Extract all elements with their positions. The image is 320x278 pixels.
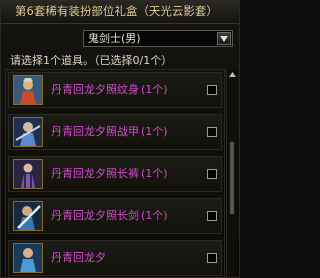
list-item[interactable]: 丹青回龙夕: [8, 240, 222, 276]
item-count: (1个): [141, 209, 168, 222]
item-name: 丹青回龙夕照长剑: [51, 209, 139, 222]
item-count: (1个): [141, 167, 168, 180]
character-portrait-icon: [13, 75, 43, 105]
item-checkbox[interactable]: [207, 253, 217, 263]
title-bar: 第6套稀有装扮部位礼盒（天光云影套）: [1, 1, 239, 24]
list-item[interactable]: 丹青回龙夕照纹身 (1个): [8, 72, 222, 108]
character-class-value: 鬼剑士(男): [88, 32, 141, 45]
item-name: 丹青回龙夕照纹身: [51, 83, 139, 96]
item-count: (1个): [141, 83, 168, 96]
item-checkbox[interactable]: [207, 169, 217, 179]
character-class-select[interactable]: 鬼剑士(男): [83, 30, 233, 47]
item-checkbox[interactable]: [207, 127, 217, 137]
character-portrait-icon: [13, 159, 43, 189]
list-item[interactable]: 丹青回龙夕照长裤 (1个): [8, 156, 222, 192]
item-checkbox[interactable]: [207, 211, 217, 221]
selection-hint: 请选择1个道具。（已选择0/1个）: [10, 54, 173, 67]
item-name: 丹青回龙夕照战甲: [51, 125, 139, 138]
character-portrait-icon: [13, 243, 43, 273]
item-list: 丹青回龙夕照纹身 (1个) 丹青回龙夕照战甲 (1个) 丹青回龙夕照长裤 (1个…: [5, 69, 225, 277]
scroll-thumb[interactable]: [229, 141, 235, 215]
dialog-title: 第6套稀有装扮部位礼盒（天光云影套）: [15, 4, 218, 18]
list-item[interactable]: 丹青回龙夕照长剑 (1个): [8, 198, 222, 234]
item-checkbox[interactable]: [207, 85, 217, 95]
character-portrait-icon: [13, 201, 43, 231]
item-name: 丹青回龙夕照长裤: [51, 167, 139, 180]
list-scrollbar[interactable]: [226, 69, 237, 277]
character-portrait-icon: [13, 117, 43, 147]
list-item[interactable]: 丹青回龙夕照战甲 (1个): [8, 114, 222, 150]
gift-box-dialog: 第6套稀有装扮部位礼盒（天光云影套） 鬼剑士(男) 请选择1个道具。（已选择0/…: [0, 0, 240, 278]
chevron-down-icon[interactable]: [217, 32, 231, 45]
item-name: 丹青回龙夕: [51, 251, 106, 264]
item-count: (1个): [141, 125, 168, 138]
scroll-up-arrow-icon[interactable]: [227, 69, 237, 79]
